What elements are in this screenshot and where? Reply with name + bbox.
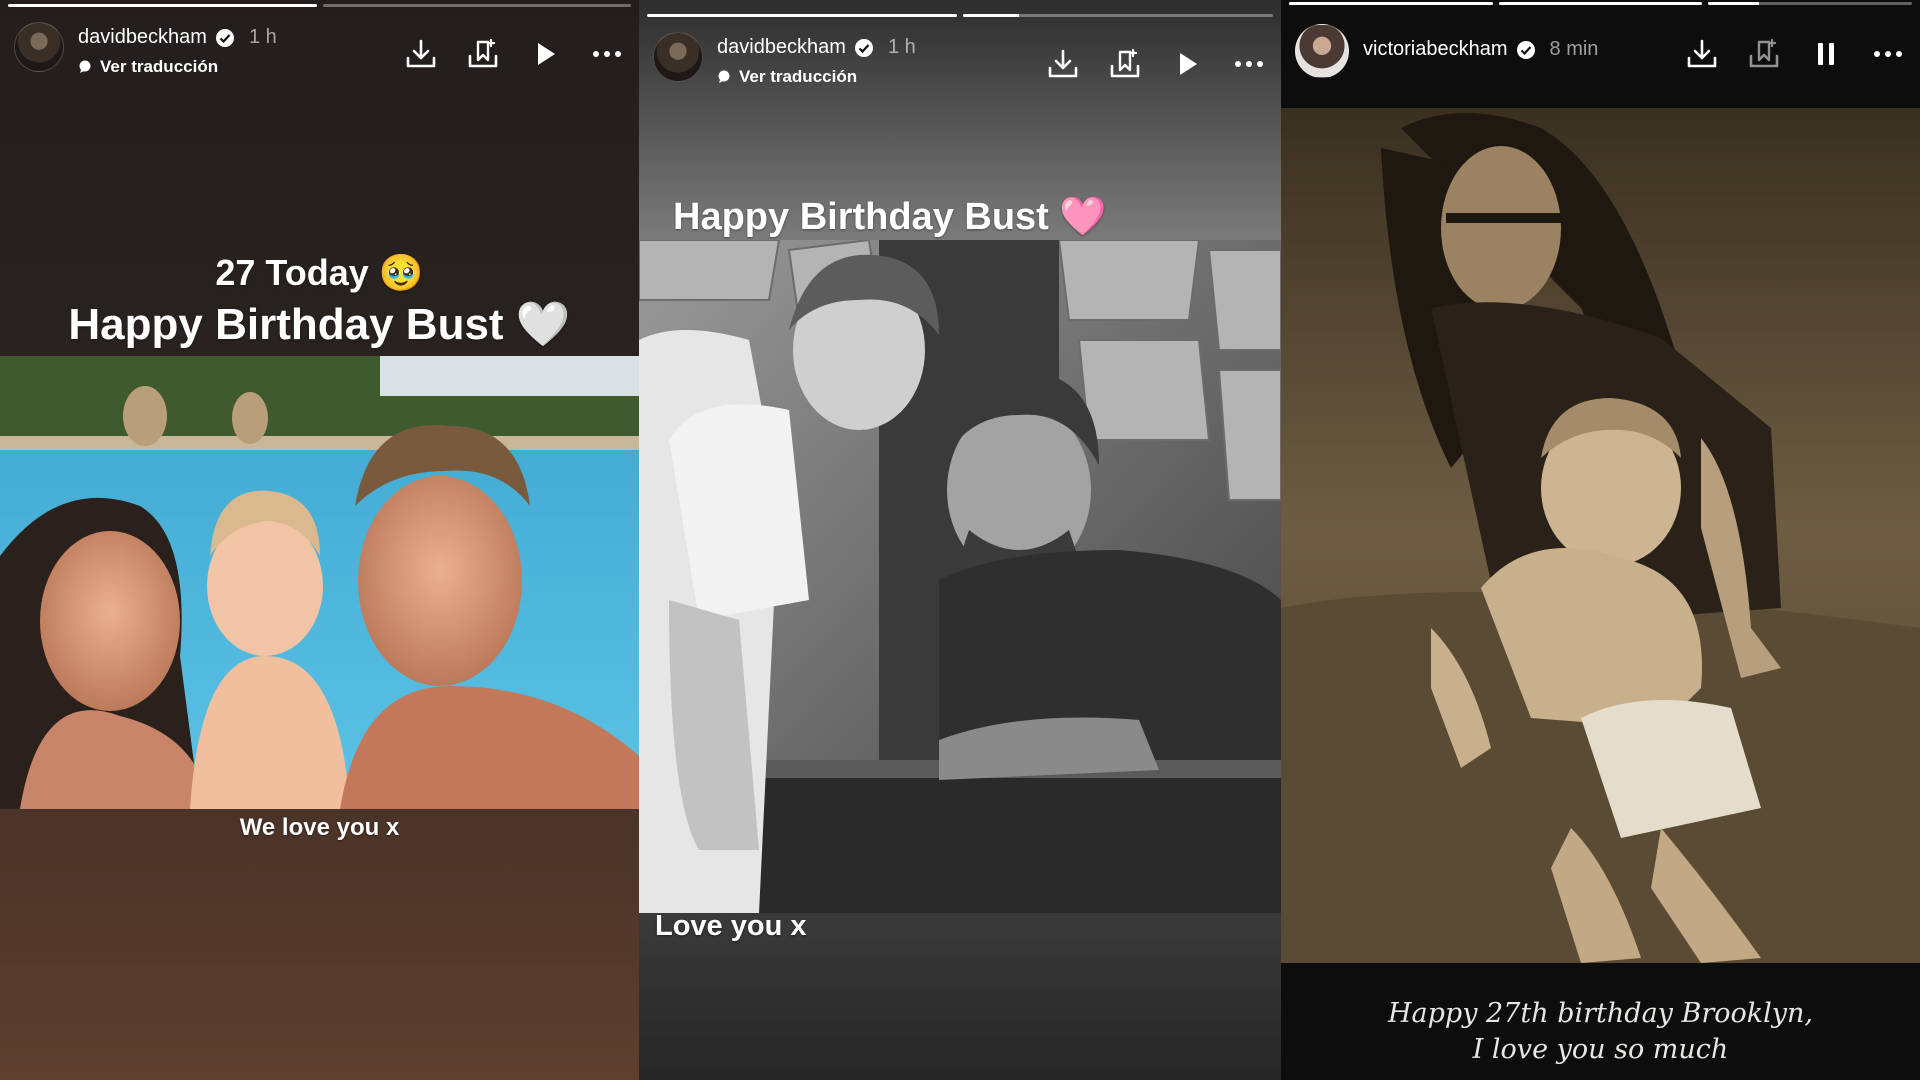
avatar[interactable]	[653, 32, 703, 82]
play-icon[interactable]	[1169, 46, 1205, 82]
verified-badge-icon	[854, 38, 873, 57]
story-progress-bar	[647, 14, 1273, 17]
post-time: 8 min	[1549, 38, 1599, 60]
family-pool-photo	[0, 356, 639, 809]
more-options-icon[interactable]	[1870, 36, 1906, 72]
mother-baby-sepia-photo	[1281, 108, 1920, 963]
progress-segment-1	[8, 4, 317, 7]
download-icon[interactable]	[1684, 36, 1720, 72]
story-caption-line-1: Happy 27th birthday Brooklyn,	[1388, 998, 1813, 1029]
story-header: davidbeckham 1 h Ver traducción	[639, 32, 1281, 102]
save-to-collection-icon[interactable]	[1107, 46, 1143, 82]
progress-segment-2	[963, 14, 1273, 17]
story-caption-line-2: I love you so much	[1472, 1034, 1729, 1065]
progress-segment-2	[1498, 2, 1703, 5]
post-time: 1 h	[248, 26, 277, 48]
play-icon[interactable]	[527, 36, 563, 72]
progress-segment-1	[1289, 2, 1493, 5]
story-header: victoriabeckham 8 min	[1281, 24, 1920, 94]
translate-dot-icon	[79, 60, 91, 73]
download-icon[interactable]	[1045, 46, 1081, 82]
progress-segment-3	[1708, 2, 1913, 5]
story-caption-main: Happy Birthday Bust 🤍	[68, 300, 571, 349]
progress-segment-2	[322, 4, 631, 7]
story-caption-top: 27 Today 🥹	[215, 252, 424, 293]
save-to-collection-icon[interactable]	[465, 36, 501, 72]
avatar[interactable]	[14, 22, 64, 72]
username[interactable]: davidbeckham	[78, 26, 207, 49]
pause-icon[interactable]	[1808, 36, 1844, 72]
see-translation-label: Ver traducción	[100, 57, 219, 76]
verified-badge-icon	[1516, 40, 1535, 59]
download-icon[interactable]	[403, 36, 439, 72]
translate-dot-icon	[718, 70, 730, 83]
post-time: 1 h	[887, 36, 916, 58]
father-son-bw-photo	[639, 240, 1281, 913]
story-caption-main: Happy Birthday Bust 🩷	[673, 196, 1107, 238]
story-caption-bottom: We love you x	[239, 814, 400, 841]
story-caption: Happy 27th birthday Brooklyn, I love you…	[1281, 996, 1920, 1068]
story-caption-bottom: Love you x	[655, 910, 807, 942]
username[interactable]: victoriabeckham	[1363, 38, 1508, 61]
username[interactable]: davidbeckham	[717, 36, 846, 59]
story-progress-bar	[1289, 2, 1913, 5]
verified-badge-icon	[215, 28, 234, 47]
story-panel-3[interactable]: victoriabeckham 8 min Happy 27th birthda…	[1281, 0, 1920, 1080]
save-to-collection-icon[interactable]	[1746, 36, 1782, 72]
see-translation-link[interactable]: Ver traducción	[717, 67, 916, 87]
story-panel-2[interactable]: davidbeckham 1 h Ver traducción Happy Bi…	[639, 0, 1281, 1080]
avatar[interactable]	[1295, 24, 1349, 78]
see-translation-label: Ver traducción	[739, 67, 858, 86]
story-header: davidbeckham 1 h Ver traducción	[0, 22, 639, 92]
more-options-icon[interactable]	[1231, 46, 1267, 82]
progress-segment-1	[647, 14, 957, 17]
story-progress-bar	[8, 4, 631, 7]
see-translation-link[interactable]: Ver traducción	[78, 57, 277, 77]
story-panel-1[interactable]: davidbeckham 1 h Ver traducción 27 Today…	[0, 0, 639, 1080]
more-options-icon[interactable]	[589, 36, 625, 72]
